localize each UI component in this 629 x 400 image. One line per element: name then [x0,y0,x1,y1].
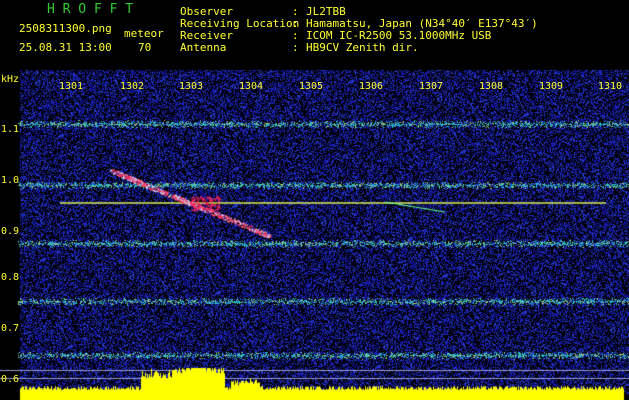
x-tick-1310: 1310 [598,81,623,92]
x-tick-1302: 1302 [120,81,145,92]
station-value-antenna: HB9CV Zenith dir. [306,41,419,54]
x-tick-1303: 1303 [179,81,204,92]
station-key-antenna: Antenna [180,41,227,54]
y-tick-0.9: 0.9 [1,226,20,237]
datetime: 25.08.31 13:00 [19,41,112,54]
y-tick-1.1: 1.1 [1,124,20,135]
axis-unit-label: kHz [1,74,20,85]
mode-label: meteor [124,27,164,40]
x-tick-1307: 1307 [419,81,444,92]
y-tick-0.7: 0.7 [1,323,20,334]
x-tick-1305: 1305 [299,81,324,92]
x-tick-1301: 1301 [59,81,84,92]
filename: 2508311300.png [19,22,112,35]
spectrogram [0,0,629,400]
x-tick-1309: 1309 [539,81,564,92]
x-tick-1306: 1306 [359,81,384,92]
app-title: H R O F F T [47,2,134,17]
y-tick-0.8: 0.8 [1,272,20,283]
y-tick-0.6: 0.6 [1,374,20,385]
x-tick-1304: 1304 [239,81,264,92]
count: 70 [138,41,152,54]
x-tick-1308: 1308 [479,81,504,92]
y-tick-1.0: 1.0 [1,175,20,186]
